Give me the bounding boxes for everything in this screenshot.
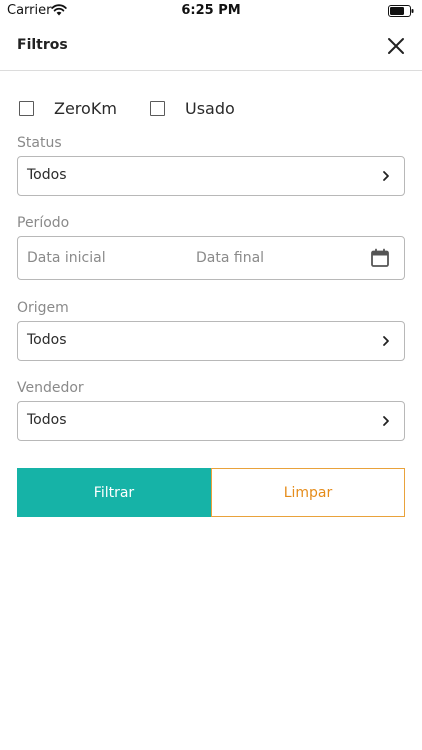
status-label: Status <box>17 135 62 151</box>
origem-value: Todos <box>27 332 67 348</box>
date-start-field[interactable]: Data inicial <box>27 250 106 266</box>
calendar-icon[interactable] <box>370 248 390 268</box>
origem-label: Origem <box>17 300 69 316</box>
vendedor-label: Vendedor <box>17 380 84 396</box>
checkbox-label-zerokm: ZeroKm <box>54 98 117 118</box>
checkbox-square[interactable] <box>150 100 165 116</box>
status-time: 6:25 PM <box>181 3 241 18</box>
vendedor-select[interactable]: Todos <box>17 401 405 441</box>
clear-button[interactable]: Limpar <box>211 468 405 517</box>
chevron-right-icon <box>383 171 389 181</box>
checkbox-square[interactable] <box>19 100 34 116</box>
status-value: Todos <box>27 167 67 183</box>
battery-icon <box>388 5 414 17</box>
date-end-field[interactable]: Data final <box>196 250 264 266</box>
periodo-date-range[interactable]: Data inicial Data final <box>17 236 405 280</box>
close-button[interactable] <box>384 34 408 58</box>
checkbox-label-usado: Usado <box>185 98 235 118</box>
chevron-right-icon <box>383 336 389 346</box>
status-bar: Carrier 6:25 PM <box>0 0 422 22</box>
header: Filtros <box>0 22 422 71</box>
filter-button-label: Filtrar <box>93 484 135 501</box>
close-icon <box>388 38 404 54</box>
page-title: Filtros <box>17 37 68 53</box>
chevron-right-icon <box>383 416 389 426</box>
periodo-label: Período <box>17 215 70 231</box>
filter-button[interactable]: Filtrar <box>17 468 211 517</box>
vendedor-value: Todos <box>27 412 67 428</box>
checkbox-usado[interactable]: Usado <box>150 96 235 120</box>
clear-button-label: Limpar <box>283 484 333 501</box>
origem-select[interactable]: Todos <box>17 321 405 361</box>
status-select[interactable]: Todos <box>17 156 405 196</box>
checkbox-zerokm[interactable]: ZeroKm <box>19 96 117 120</box>
